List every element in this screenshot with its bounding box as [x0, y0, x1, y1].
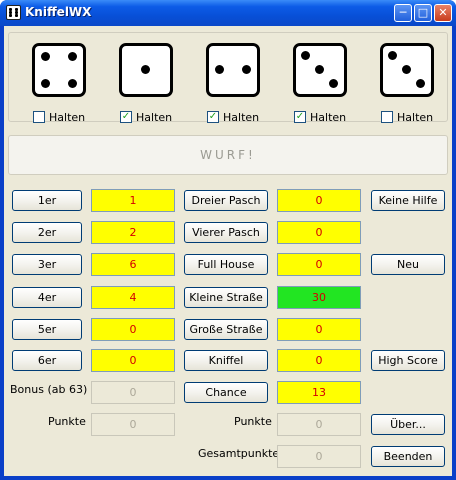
score-field-2er: 2 [91, 221, 175, 244]
window-title: KniffelWX [25, 5, 92, 19]
lower-points-label: Punkte [234, 415, 272, 428]
hold-label: Halten [310, 110, 347, 124]
die-2[interactable] [119, 43, 173, 97]
score-field-kniffel: 0 [277, 349, 361, 372]
hold-label: Halten [136, 110, 173, 124]
hold-checkbox-3[interactable]: ✓ Halten [207, 110, 259, 124]
score-button-full-house[interactable]: Full House [184, 254, 268, 275]
dice-app-icon [6, 5, 21, 20]
die-3[interactable] [206, 43, 260, 97]
score-field-6er: 0 [91, 349, 175, 372]
score-field-dreier-pasch: 0 [277, 189, 361, 212]
client-area: Halten ✓ Halten ✓ Halten ✓ Halten Halten… [4, 26, 452, 476]
score-button-5er[interactable]: 5er [12, 319, 82, 340]
bonus-label: Bonus (ab 63) [10, 383, 88, 396]
quit-button[interactable]: Beenden [371, 446, 445, 467]
upper-points-field: 0 [91, 413, 175, 436]
score-button-kleine-strasse[interactable]: Kleine Straße [184, 287, 268, 308]
score-field-kleine-strasse: 30 [277, 286, 361, 309]
hold-checkbox-5[interactable]: Halten [381, 110, 433, 124]
score-field-1er: 1 [91, 189, 175, 212]
die-1[interactable] [32, 43, 86, 97]
hold-label: Halten [223, 110, 260, 124]
score-button-vierer-pasch[interactable]: Vierer Pasch [184, 222, 268, 243]
score-field-grosse-strasse: 0 [277, 318, 361, 341]
close-icon[interactable]: ✕ [434, 4, 452, 22]
die-5[interactable] [380, 43, 434, 97]
app-window: KniffelWX ─ □ ✕ Halten ✓ Halten ✓ Halten… [0, 0, 456, 480]
score-button-2er[interactable]: 2er [12, 222, 82, 243]
score-field-5er: 0 [91, 318, 175, 341]
score-button-1er[interactable]: 1er [12, 190, 82, 211]
roll-button[interactable]: WURF! [9, 136, 447, 174]
about-button[interactable]: Über... [371, 414, 445, 435]
score-button-kniffel[interactable]: Kniffel [184, 350, 268, 371]
score-button-chance[interactable]: Chance [184, 382, 268, 403]
no-help-button[interactable]: Keine Hilfe [371, 190, 445, 211]
lower-points-field: 0 [277, 413, 361, 436]
hold-checkbox-1[interactable]: Halten [33, 110, 85, 124]
maximize-icon[interactable]: □ [414, 4, 432, 22]
total-field: 0 [277, 445, 361, 468]
score-button-grosse-strasse[interactable]: Große Straße [184, 319, 268, 340]
title-bar[interactable]: KniffelWX ─ □ ✕ [0, 0, 456, 26]
score-field-vierer-pasch: 0 [277, 221, 361, 244]
score-button-3er[interactable]: 3er [12, 254, 82, 275]
total-label: Gesamtpunkte [198, 447, 280, 460]
score-field-full-house: 0 [277, 253, 361, 276]
score-field-3er: 6 [91, 253, 175, 276]
checkbox-checked-icon[interactable]: ✓ [207, 111, 219, 123]
hold-label: Halten [397, 110, 434, 124]
hold-label: Halten [49, 110, 86, 124]
hold-checkbox-2[interactable]: ✓ Halten [120, 110, 172, 124]
upper-points-label: Punkte [48, 415, 86, 428]
score-field-4er: 4 [91, 286, 175, 309]
checkbox-unchecked-icon[interactable] [33, 111, 45, 123]
minimize-icon[interactable]: ─ [394, 4, 412, 22]
bonus-field: 0 [91, 381, 175, 404]
dice-panel: Halten ✓ Halten ✓ Halten ✓ Halten Halten [8, 32, 448, 124]
score-button-6er[interactable]: 6er [12, 350, 82, 371]
score-button-dreier-pasch[interactable]: Dreier Pasch [184, 190, 268, 211]
score-field-chance: 13 [277, 381, 361, 404]
checkbox-checked-icon[interactable]: ✓ [294, 111, 306, 123]
new-game-button[interactable]: Neu [371, 254, 445, 275]
die-4[interactable] [293, 43, 347, 97]
hold-checkbox-4[interactable]: ✓ Halten [294, 110, 346, 124]
roll-panel: WURF! [8, 135, 448, 175]
score-button-4er[interactable]: 4er [12, 287, 82, 308]
checkbox-checked-icon[interactable]: ✓ [120, 111, 132, 123]
high-score-button[interactable]: High Score [371, 350, 445, 371]
checkbox-unchecked-icon[interactable] [381, 111, 393, 123]
